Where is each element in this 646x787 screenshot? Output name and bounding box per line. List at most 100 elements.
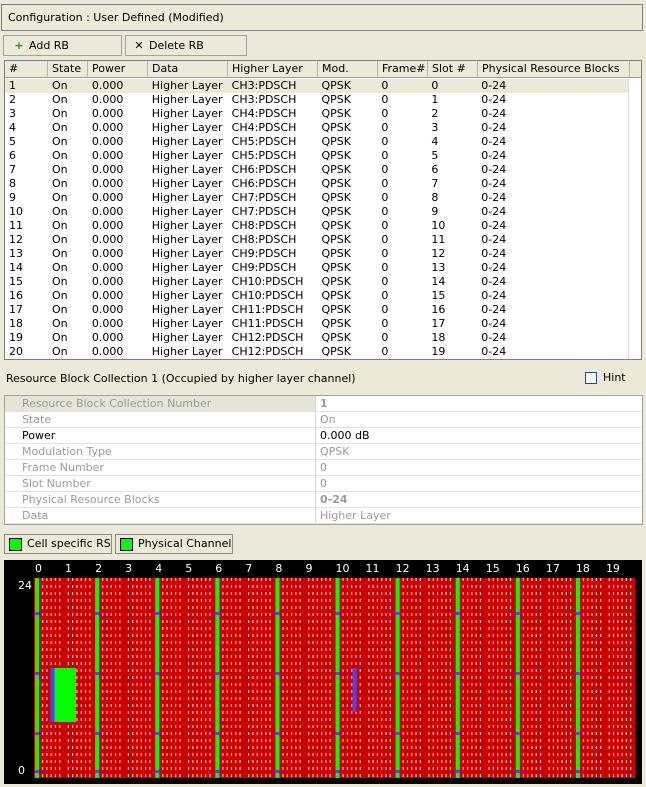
- cell-col-state: On: [51, 317, 68, 330]
- table-row[interactable]: 7 On 0.000 Higher Layer CH6:PDSCH QPSK 0 6 0-24: [5, 163, 629, 177]
- table-body: 1 On 0.000 Higher Layer CH3:PDSCH QPSK 0 0 0-24 2…: [5, 79, 629, 359]
- table-row[interactable]: 16 On 0.000 Higher Layer CH10:PDSCH QPSK 0 15 0-…: [5, 289, 629, 303]
- x-tick-label: 19: [605, 562, 620, 575]
- property-label: Resource Block Collection Number: [5, 396, 316, 411]
- cell-col-prb: 0-24: [481, 121, 507, 134]
- header-col-num[interactable]: #: [5, 61, 48, 78]
- table-row[interactable]: 8 On 0.000 Higher Layer CH6:PDSCH QPSK 0 7 0-24: [5, 177, 629, 191]
- table-row[interactable]: 2 On 0.000 Higher Layer CH3:PDSCH QPSK 0 1 0-24: [5, 93, 629, 107]
- rs-marker: [335, 732, 340, 735]
- header-col-higher-layer[interactable]: Higher Layer: [228, 61, 318, 78]
- configuration-bar: Configuration : User Defined (Modified): [1, 4, 643, 31]
- legend-physical-channel[interactable]: Physical Channel: [115, 534, 233, 554]
- legend-rs-swatch: [9, 538, 22, 551]
- cell-col-higher-layer: CH10:PDSCH: [231, 275, 304, 288]
- cell-col-state: On: [51, 149, 68, 162]
- property-value: 0-24: [320, 493, 348, 506]
- physical-channel-marker: [50, 668, 55, 722]
- property-label: Power: [5, 428, 316, 443]
- cell-col-state: On: [51, 303, 68, 316]
- rs-marker: [575, 612, 580, 615]
- cell-col-data: Higher Layer: [151, 289, 223, 302]
- cell-col-slot: 15: [431, 289, 446, 302]
- x-tick-label: 6: [215, 562, 223, 575]
- property-row[interactable]: Power 0.000 dB: [5, 428, 642, 444]
- rs-marker: [35, 732, 39, 735]
- table-row[interactable]: 14 On 0.000 Higher Layer CH9:PDSCH QPSK 0 13 0-2…: [5, 261, 629, 275]
- hint-checkbox-box[interactable]: [585, 371, 597, 384]
- rs-marker: [515, 672, 520, 675]
- cell-col-higher-layer: CH10:PDSCH: [231, 289, 304, 302]
- table-row[interactable]: 4 On 0.000 Higher Layer CH4:PDSCH QPSK 0 3 0-24: [5, 121, 629, 135]
- delete-rb-button[interactable]: ✕ Delete RB: [125, 35, 247, 56]
- legend-cell-specific-rs[interactable]: Cell specific RS: [4, 534, 112, 554]
- property-row: Physical Resource Blocks 0-24: [5, 492, 642, 508]
- rs-column: [515, 578, 520, 778]
- table-row[interactable]: 17 On 0.000 Higher Layer CH11:PDSCH QPSK 0 16 0-…: [5, 303, 629, 317]
- header-col-slot[interactable]: Slot #: [428, 61, 478, 78]
- resource-block-table[interactable]: # State Power Data Higher Layer Mod. Frame# Slo…: [4, 60, 642, 360]
- table-row[interactable]: 11 On 0.000 Higher Layer CH8:PDSCH QPSK 0 10 0-2…: [5, 219, 629, 233]
- cell-col-state: On: [51, 247, 68, 260]
- header-col-prb[interactable]: Physical Resource Blocks: [478, 61, 630, 78]
- cell-col-frame: 0: [381, 261, 389, 274]
- table-row[interactable]: 9 On 0.000 Higher Layer CH7:PDSCH QPSK 0 8 0-24: [5, 191, 629, 205]
- cell-col-higher-layer: CH8:PDSCH: [231, 219, 297, 232]
- cell-col-slot: 7: [431, 177, 439, 190]
- cell-col-state: On: [51, 345, 68, 358]
- cell-col-prb: 0-24: [481, 191, 507, 204]
- cell-col-slot: 14: [431, 275, 446, 288]
- header-col-state[interactable]: State: [48, 61, 88, 78]
- header-col-mod[interactable]: Mod.: [318, 61, 378, 78]
- header-col-frame[interactable]: Frame#: [378, 61, 428, 78]
- cell-col-slot: 8: [431, 191, 439, 204]
- table-scrollbar[interactable]: [628, 79, 641, 359]
- y-tick-label: 0: [18, 764, 25, 777]
- cell-col-frame: 0: [381, 317, 389, 330]
- table-row[interactable]: 10 On 0.000 Higher Layer CH7:PDSCH QPSK 0 9 0-24: [5, 205, 629, 219]
- cell-col-mod: QPSK: [321, 289, 352, 302]
- table-row[interactable]: 3 On 0.000 Higher Layer CH4:PDSCH QPSK 0 2 0-24: [5, 107, 629, 121]
- rs-marker: [335, 770, 340, 773]
- cell-col-frame: 0: [381, 177, 389, 190]
- table-row[interactable]: 15 On 0.000 Higher Layer CH10:PDSCH QPSK 0 14 0-…: [5, 275, 629, 289]
- rs-marker: [575, 770, 580, 773]
- cell-col-num: 13: [9, 247, 23, 260]
- table-row[interactable]: 5 On 0.000 Higher Layer CH5:PDSCH QPSK 0 4 0-24: [5, 135, 629, 149]
- cell-col-frame: 0: [381, 135, 389, 148]
- cell-col-state: On: [51, 289, 68, 302]
- cell-col-prb: 0-24: [481, 205, 507, 218]
- cell-col-state: On: [51, 135, 68, 148]
- cell-col-prb: 0-24: [481, 289, 507, 302]
- cell-col-num: 18: [9, 317, 23, 330]
- legend-pc-label: Physical Channel: [138, 537, 232, 550]
- cell-col-slot: 0: [431, 79, 439, 92]
- cell-col-higher-layer: CH4:PDSCH: [231, 121, 297, 134]
- table-row[interactable]: 1 On 0.000 Higher Layer CH3:PDSCH QPSK 0 0 0-24: [5, 79, 629, 93]
- configuration-label: Configuration : User Defined (Modified): [8, 11, 224, 24]
- header-col-power[interactable]: Power: [88, 61, 148, 78]
- cell-col-data: Higher Layer: [151, 121, 223, 134]
- cell-col-mod: QPSK: [321, 149, 352, 162]
- table-row[interactable]: 19 On 0.000 Higher Layer CH12:PDSCH QPSK 0 18 0-…: [5, 331, 629, 345]
- cell-col-num: 4: [9, 121, 16, 134]
- cell-col-mod: QPSK: [321, 177, 352, 190]
- x-tick-label: 0: [35, 562, 42, 575]
- property-value[interactable]: 0.000 dB: [316, 428, 370, 443]
- hint-checkbox[interactable]: Hint: [585, 371, 626, 384]
- add-rb-button[interactable]: + Add RB: [3, 35, 122, 56]
- cell-col-power: 0.000: [91, 177, 124, 190]
- property-row: Slot Number 0: [5, 476, 642, 492]
- property-label: Physical Resource Blocks: [5, 492, 316, 507]
- table-row[interactable]: 18 On 0.000 Higher Layer CH11:PDSCH QPSK 0 17 0-…: [5, 317, 629, 331]
- header-col-data[interactable]: Data: [148, 61, 228, 78]
- cell-col-num: 20: [9, 345, 23, 358]
- table-row[interactable]: 12 On 0.000 Higher Layer CH8:PDSCH QPSK 0 11 0-2…: [5, 233, 629, 247]
- cell-col-power: 0.000: [91, 247, 124, 260]
- cell-col-higher-layer: CH4:PDSCH: [231, 107, 297, 120]
- cell-col-frame: 0: [381, 331, 389, 344]
- table-row[interactable]: 13 On 0.000 Higher Layer CH9:PDSCH QPSK 0 12 0-2…: [5, 247, 629, 261]
- cell-col-frame: 0: [381, 233, 389, 246]
- table-row[interactable]: 20 On 0.000 Higher Layer CH12:PDSCH QPSK 0 19 0-…: [5, 345, 629, 359]
- table-row[interactable]: 6 On 0.000 Higher Layer CH5:PDSCH QPSK 0 5 0-24: [5, 149, 629, 163]
